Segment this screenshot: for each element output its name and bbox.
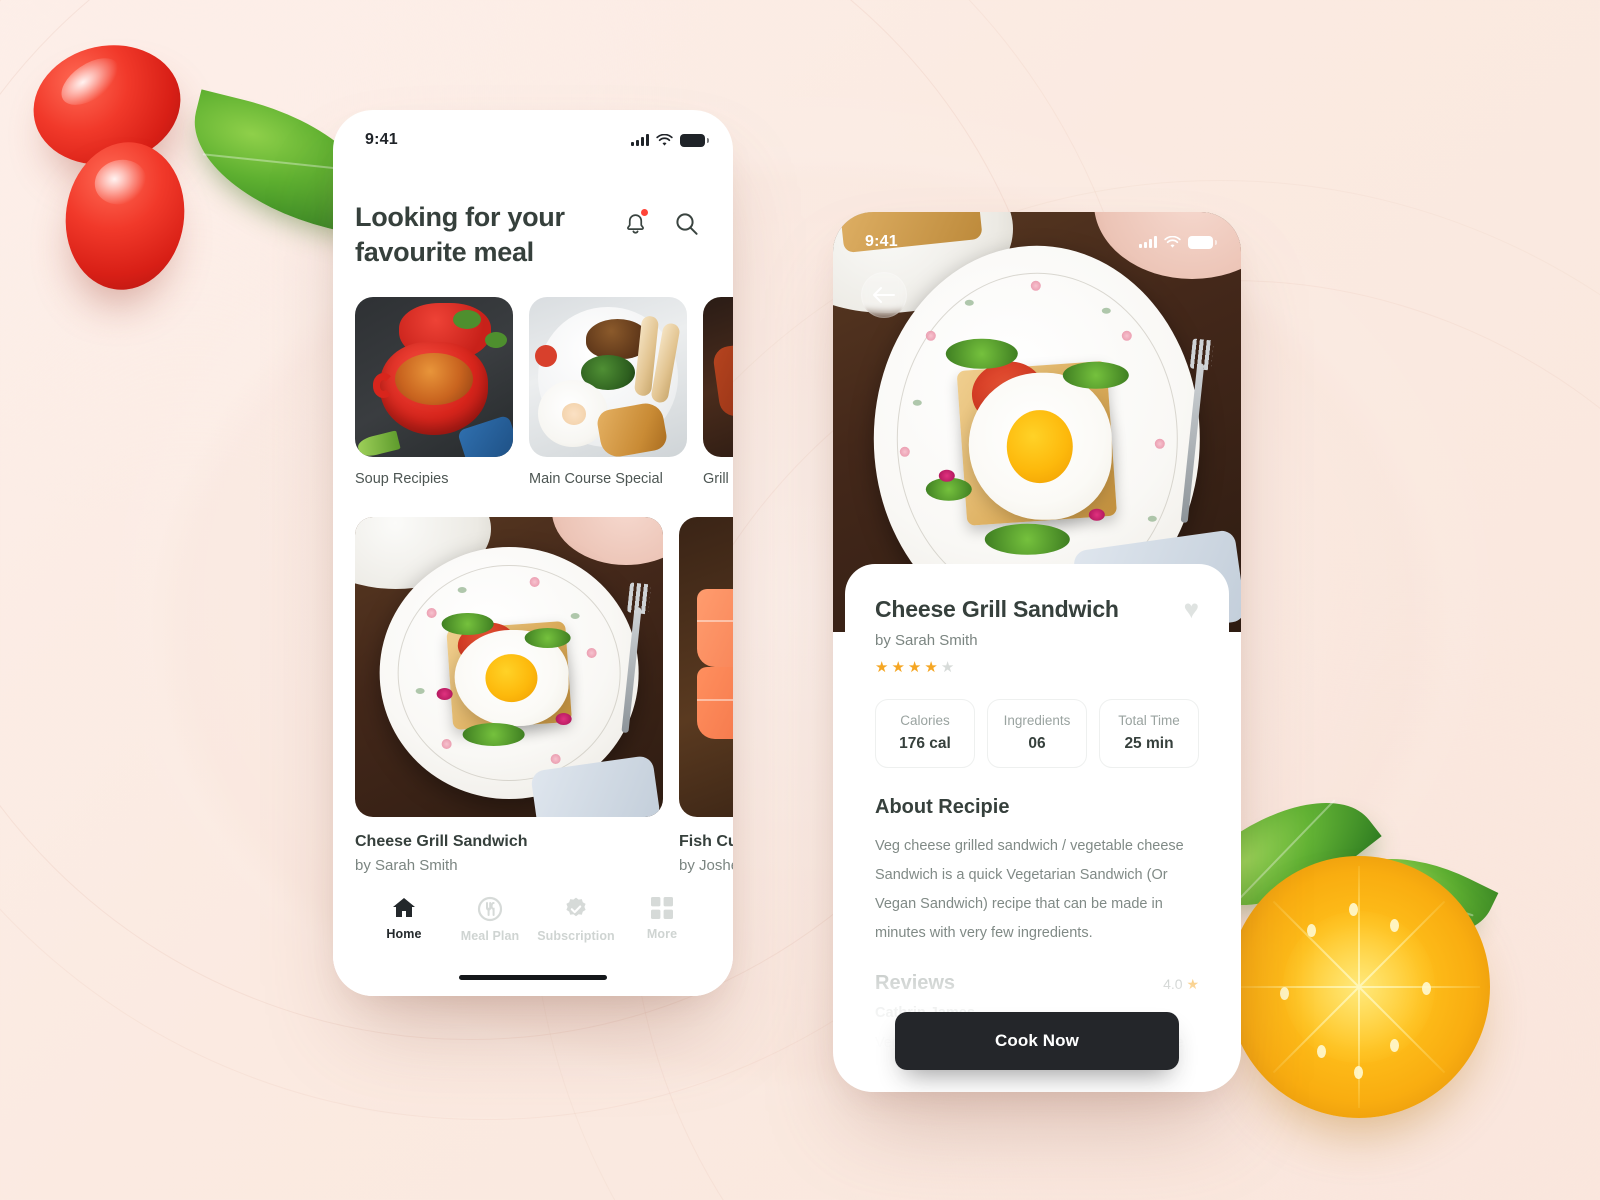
tab-label: More	[646, 927, 678, 941]
status-time: 9:41	[365, 131, 398, 148]
notification-badge	[641, 209, 648, 216]
home-indicator	[459, 974, 607, 980]
reviews-score-value: 4.0	[1163, 976, 1183, 992]
stat-label: Ingredients	[1003, 713, 1071, 728]
notification-button[interactable]	[619, 208, 651, 240]
stat-total-time: Total Time 25 min	[1099, 699, 1199, 768]
phone-detail-screen: 9:41 Cheese Grill Sandwich by Sarah Smit…	[833, 212, 1241, 1092]
battery-icon	[680, 133, 709, 147]
category-label: Main Course Special	[529, 471, 663, 488]
status-bar: 9:41	[333, 110, 733, 156]
reviews-heading: Reviews	[875, 972, 956, 994]
back-button[interactable]	[861, 272, 907, 318]
category-label: Grill Special	[703, 471, 733, 488]
recipe-author: by Sarah Smith	[875, 632, 978, 649]
wifi-icon	[1164, 235, 1181, 248]
category-list[interactable]: Soup Recipies Main Course Special Grill	[333, 269, 733, 487]
tab-label: Subscription	[537, 929, 615, 943]
star-icon: ★	[924, 659, 938, 676]
stat-label: Total Time	[1118, 713, 1180, 728]
favorite-button[interactable]: ♥	[1184, 596, 1199, 622]
about-text: Veg cheese grilled sandwich / vegetable …	[875, 838, 1184, 941]
category-item[interactable]: Main Course Special	[529, 297, 687, 487]
category-thumbnail	[703, 297, 733, 458]
star-icon: ★	[875, 659, 889, 676]
recipe-stats: Calories 176 cal Ingredients 06 Total Ti…	[875, 699, 1199, 768]
yellow-tomato-slice-decor	[1228, 856, 1490, 1118]
stat-value: 176 cal	[899, 735, 951, 752]
status-time: 9:41	[865, 233, 898, 250]
star-icon: ★	[1186, 976, 1199, 992]
search-button[interactable]	[671, 208, 703, 240]
cutlery-icon	[477, 896, 503, 922]
recipe-name: Fish Curry	[679, 833, 733, 851]
recipe-card[interactable]: Fish Curry by Joshep Kim	[679, 517, 733, 874]
recipe-author: by Joshep Kim	[679, 857, 733, 875]
tab-label: Home	[386, 927, 422, 941]
stat-value: 25 min	[1124, 735, 1174, 752]
tab-meal-plan[interactable]: Meal Plan	[453, 896, 527, 943]
recipe-thumbnail	[355, 517, 663, 818]
rating-stars: ★ ★ ★ ★ ★	[875, 660, 1119, 675]
star-icon: ★	[940, 659, 955, 676]
home-header: Looking for your favourite meal	[333, 156, 733, 269]
grid-icon	[651, 897, 673, 919]
stat-calories: Calories 176 cal	[875, 699, 975, 768]
recipe-author: by Sarah Smith	[355, 857, 458, 875]
page-title: Looking for your favourite meal	[355, 202, 565, 267]
category-label: Soup Recipies	[355, 471, 449, 488]
cook-now-button[interactable]: Cook Now	[895, 1012, 1179, 1070]
stat-value: 06	[1028, 735, 1046, 752]
category-thumbnail	[529, 297, 687, 458]
verified-badge-icon	[566, 897, 586, 917]
star-icon: ★	[891, 659, 905, 676]
recipe-list[interactable]: Cheese Grill Sandwich by Sarah Smith Fis…	[333, 487, 733, 874]
about-heading: About Recipie	[875, 796, 1010, 818]
search-icon	[676, 213, 698, 235]
stat-label: Calories	[900, 713, 950, 728]
star-icon: ★	[907, 659, 922, 676]
recipe-title: Cheese Grill Sandwich	[875, 596, 1119, 622]
category-thumbnail	[355, 297, 513, 458]
battery-icon	[1188, 235, 1217, 249]
recipe-detail-card: Cheese Grill Sandwich by Sarah Smith ★ ★…	[845, 564, 1229, 1092]
tab-more[interactable]: More	[625, 896, 699, 941]
tab-home[interactable]: Home	[367, 896, 441, 941]
category-item[interactable]: Grill Special	[703, 297, 733, 487]
arrow-left-icon	[873, 287, 895, 303]
category-item[interactable]: Soup Recipies	[355, 297, 513, 487]
status-bar: 9:41	[833, 212, 1241, 258]
home-icon	[393, 898, 415, 917]
tab-subscription[interactable]: Subscription	[537, 896, 615, 943]
signal-bars-icon	[1139, 236, 1157, 248]
stat-ingredients: Ingredients 06	[987, 699, 1087, 768]
tab-label: Meal Plan	[460, 929, 520, 943]
recipe-thumbnail	[679, 517, 733, 818]
recipe-card[interactable]: Cheese Grill Sandwich by Sarah Smith	[355, 517, 663, 874]
recipe-name: Cheese Grill Sandwich	[355, 833, 528, 851]
signal-bars-icon	[631, 134, 649, 146]
wifi-icon	[656, 133, 673, 146]
reviews-score: 4.0 ★	[1163, 976, 1199, 993]
phone-home-screen: 9:41 Looking for your favourite meal Sou…	[333, 110, 733, 996]
